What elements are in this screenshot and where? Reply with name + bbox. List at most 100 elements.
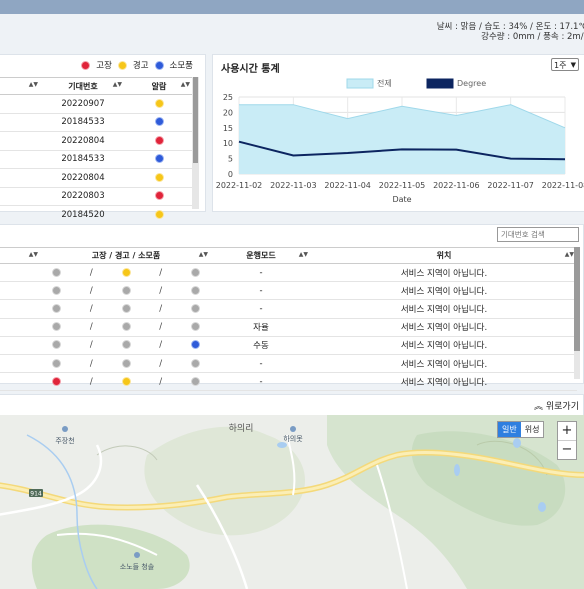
warning-dot-icon bbox=[121, 285, 131, 295]
fault-dot-icon bbox=[81, 60, 91, 70]
location-cell: 서비스 지역이 아닙니다. bbox=[311, 263, 577, 283]
zoom-control: + − bbox=[557, 421, 577, 460]
table-row[interactable]: / / -서비스 지역이 아닙니다. bbox=[0, 263, 577, 283]
map-label-haui-pond: 하의못 bbox=[283, 434, 303, 443]
col-header-id[interactable]: 기대번호 ▲▼ bbox=[41, 77, 125, 95]
vehicle-id-cell: 20220804 bbox=[41, 131, 125, 151]
double-chevron-up-icon: ︽ bbox=[533, 402, 543, 412]
mode-cell: 자율 bbox=[211, 318, 311, 337]
fault-dot-icon bbox=[52, 285, 62, 295]
table-row[interactable]: 20184533 bbox=[0, 150, 193, 169]
vehicle-id-cell: 20184533 bbox=[41, 113, 125, 132]
table-row[interactable]: 20220907 bbox=[0, 94, 193, 114]
alarm-status-dot-icon bbox=[154, 154, 164, 164]
sort-icon: ▲▼ bbox=[180, 81, 190, 88]
mode-cell: 수동 bbox=[211, 336, 311, 355]
map-label-haui-ri: 하의리 bbox=[229, 423, 254, 434]
x-axis-label: Date bbox=[392, 195, 411, 204]
table-row[interactable]: / / -서비스 지역이 아닙니다. bbox=[0, 372, 577, 392]
table-row[interactable]: 20184533 bbox=[0, 113, 193, 132]
x-tick-label: 2022-11-05 bbox=[379, 181, 426, 190]
map-type-normal[interactable]: 일반 bbox=[498, 422, 521, 437]
mode-cell: - bbox=[211, 263, 311, 283]
scrollbar-thumb[interactable] bbox=[574, 247, 580, 351]
fault-dot-icon bbox=[52, 376, 62, 386]
x-tick-label: 2022-11-07 bbox=[487, 181, 533, 190]
sort-icon: ▲▼ bbox=[112, 81, 122, 88]
warning-dot-icon bbox=[121, 340, 131, 350]
table-row[interactable]: 20220804 bbox=[0, 131, 193, 151]
warning-dot-icon bbox=[121, 322, 131, 332]
col-header-location[interactable]: 위치 ▲▼ bbox=[311, 247, 577, 264]
legend-fault: 고장 bbox=[96, 61, 112, 71]
alarm-scrollbar[interactable] bbox=[192, 77, 199, 209]
map-label-sonodeul: 소노들 청솔 bbox=[120, 562, 155, 571]
row-spacer bbox=[0, 205, 41, 225]
col-header-mode[interactable]: 운행모드 ▲▼ bbox=[211, 247, 311, 264]
map-type-satellite[interactable]: 위성 bbox=[521, 422, 544, 437]
scrollbar-thumb[interactable] bbox=[193, 77, 198, 163]
row-spacer bbox=[0, 354, 41, 374]
zoom-in-button[interactable]: + bbox=[558, 422, 576, 441]
table-row[interactable]: / / -서비스 지역이 아닙니다. bbox=[0, 281, 577, 301]
status-cell: / / bbox=[41, 354, 211, 374]
x-tick-label: 2022-11-03 bbox=[270, 181, 317, 190]
sort-icon: ▲▼ bbox=[564, 251, 574, 258]
location-cell: 서비스 지역이 아닙니다. bbox=[311, 354, 577, 374]
period-select[interactable]: 1주 ▼ bbox=[551, 58, 579, 71]
alarm-cell bbox=[125, 150, 193, 169]
row-spacer bbox=[0, 318, 41, 337]
usage-chart: 전제 Degree 0 5 10 15 20 25 2022-11-02 2022-11-03 20… bbox=[216, 78, 584, 204]
y-tick-label: 0 bbox=[228, 170, 233, 179]
alarm-cell bbox=[125, 168, 193, 188]
status-cell: / / bbox=[41, 372, 211, 392]
vehicle-id-cell: 20220803 bbox=[41, 187, 125, 206]
vehicle-scrollbar[interactable] bbox=[574, 247, 580, 379]
vehicle-table: ▲▼ 고장 / 경고 / 소모품 ▲▼ 운행모드 ▲▼ 위치 ▲▼ / / - 서비스 … bbox=[0, 247, 577, 410]
x-tick-label: 2022-11-02 bbox=[216, 181, 263, 190]
col-header-blank[interactable]: ▲▼ bbox=[0, 77, 41, 95]
road-number: 914 bbox=[30, 491, 42, 498]
map-label-jujang: 주장천 bbox=[55, 436, 74, 445]
zoom-out-button[interactable]: − bbox=[558, 441, 576, 459]
status-cell: / / bbox=[41, 281, 211, 301]
table-row[interactable]: / / -서비스 지역이 아닙니다. bbox=[0, 354, 577, 374]
row-spacer bbox=[0, 372, 41, 392]
fault-dot-icon bbox=[52, 322, 62, 332]
table-row[interactable]: 20184520 bbox=[0, 205, 193, 225]
row-spacer bbox=[0, 187, 41, 206]
col-header-alarm[interactable]: 알람 ▲▼ bbox=[125, 77, 193, 95]
back-to-top-link[interactable]: ︽ 위로가기 bbox=[534, 399, 579, 412]
sort-icon: ▲▼ bbox=[298, 251, 308, 258]
row-spacer bbox=[0, 168, 41, 188]
vehicle-id-cell: 20220907 bbox=[41, 94, 125, 114]
table-row[interactable]: / / -서비스 지역이 아닙니다. bbox=[0, 299, 577, 319]
alarm-status-dot-icon bbox=[154, 209, 164, 219]
consumable-dot-icon bbox=[190, 376, 200, 386]
location-cell: 서비스 지역이 아닙니다. bbox=[311, 299, 577, 319]
consumable-dot-icon bbox=[190, 322, 200, 332]
col-header-status[interactable]: 고장 / 경고 / 소모품 ▲▼ bbox=[41, 247, 211, 264]
row-spacer bbox=[0, 299, 41, 319]
table-row[interactable]: / / 자율 서비스 지역이 아닙니다. bbox=[0, 318, 577, 337]
status-cell: / / bbox=[41, 318, 211, 337]
top-bar bbox=[0, 0, 584, 14]
row-spacer bbox=[0, 263, 41, 283]
table-row[interactable]: 20220803 bbox=[0, 187, 193, 206]
mode-cell: - bbox=[211, 354, 311, 374]
consumable-dot-icon bbox=[154, 60, 164, 70]
vehicle-id-cell: 20220804 bbox=[41, 168, 125, 188]
x-tick-label: 2022-11-06 bbox=[433, 181, 480, 190]
alarm-table: ▲▼ 기대번호 ▲▼ 알람 ▲▼ 20220907 20184533 20220804 2… bbox=[0, 77, 193, 243]
map-view[interactable]: 914 주장천 하의리 하의못 소노들 청솔 일반 위성 + − bbox=[0, 415, 584, 589]
warning-dot-icon bbox=[117, 60, 127, 70]
col-header-blank[interactable]: ▲▼ bbox=[0, 247, 41, 264]
chevron-down-icon: ▼ bbox=[570, 61, 576, 69]
chart-title: 사용시간 통계 bbox=[221, 64, 280, 75]
alarm-cell bbox=[125, 205, 193, 225]
table-row[interactable]: 20220804 bbox=[0, 168, 193, 188]
vehicle-search-input[interactable] bbox=[497, 227, 579, 242]
alarm-status-dot-icon bbox=[154, 191, 164, 201]
legend-swatch bbox=[426, 78, 454, 89]
table-row[interactable]: / / 수동 서비스 지역이 아닙니다. bbox=[0, 336, 577, 355]
